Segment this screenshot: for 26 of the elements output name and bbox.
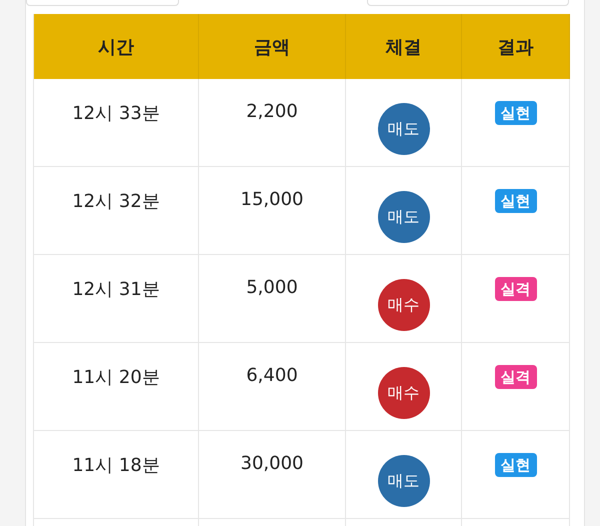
result-badge: 실현: [494, 453, 536, 477]
column-header: 결과: [462, 14, 570, 79]
amount-cell-text: 15,000: [240, 188, 304, 212]
result-badge: 실격: [494, 365, 536, 389]
time-cell-text: 12시 32분: [72, 190, 160, 213]
trade-badge: 매도: [378, 191, 430, 243]
amount-cell-text: 6,400: [246, 364, 298, 388]
trade-badge: 매도: [378, 103, 430, 155]
time-cell-text: 11시 20분: [72, 366, 160, 389]
time-cell-text: 12시 31분: [72, 278, 160, 301]
time-cell-text: 12시 33분: [72, 102, 160, 125]
result-badge: 실격: [494, 277, 536, 301]
column-header: 금액: [199, 14, 346, 79]
column-header: 체결: [346, 14, 462, 79]
input-field[interactable]: [26, 0, 179, 6]
trade-badge: 매수: [378, 367, 430, 419]
amount-cell-text: 2,200: [246, 100, 298, 124]
amount-cell-text: 30,000: [240, 452, 304, 476]
trade-badge: 매수: [378, 279, 430, 331]
result-badge: 실현: [494, 101, 536, 125]
input-field[interactable]: [367, 0, 569, 6]
time-cell-text: 11시 18분: [72, 454, 160, 477]
column-header: 시간: [34, 14, 199, 79]
result-badge: 실현: [494, 189, 536, 213]
trade-badge: 매도: [378, 455, 430, 507]
amount-cell-text: 5,000: [246, 276, 298, 300]
